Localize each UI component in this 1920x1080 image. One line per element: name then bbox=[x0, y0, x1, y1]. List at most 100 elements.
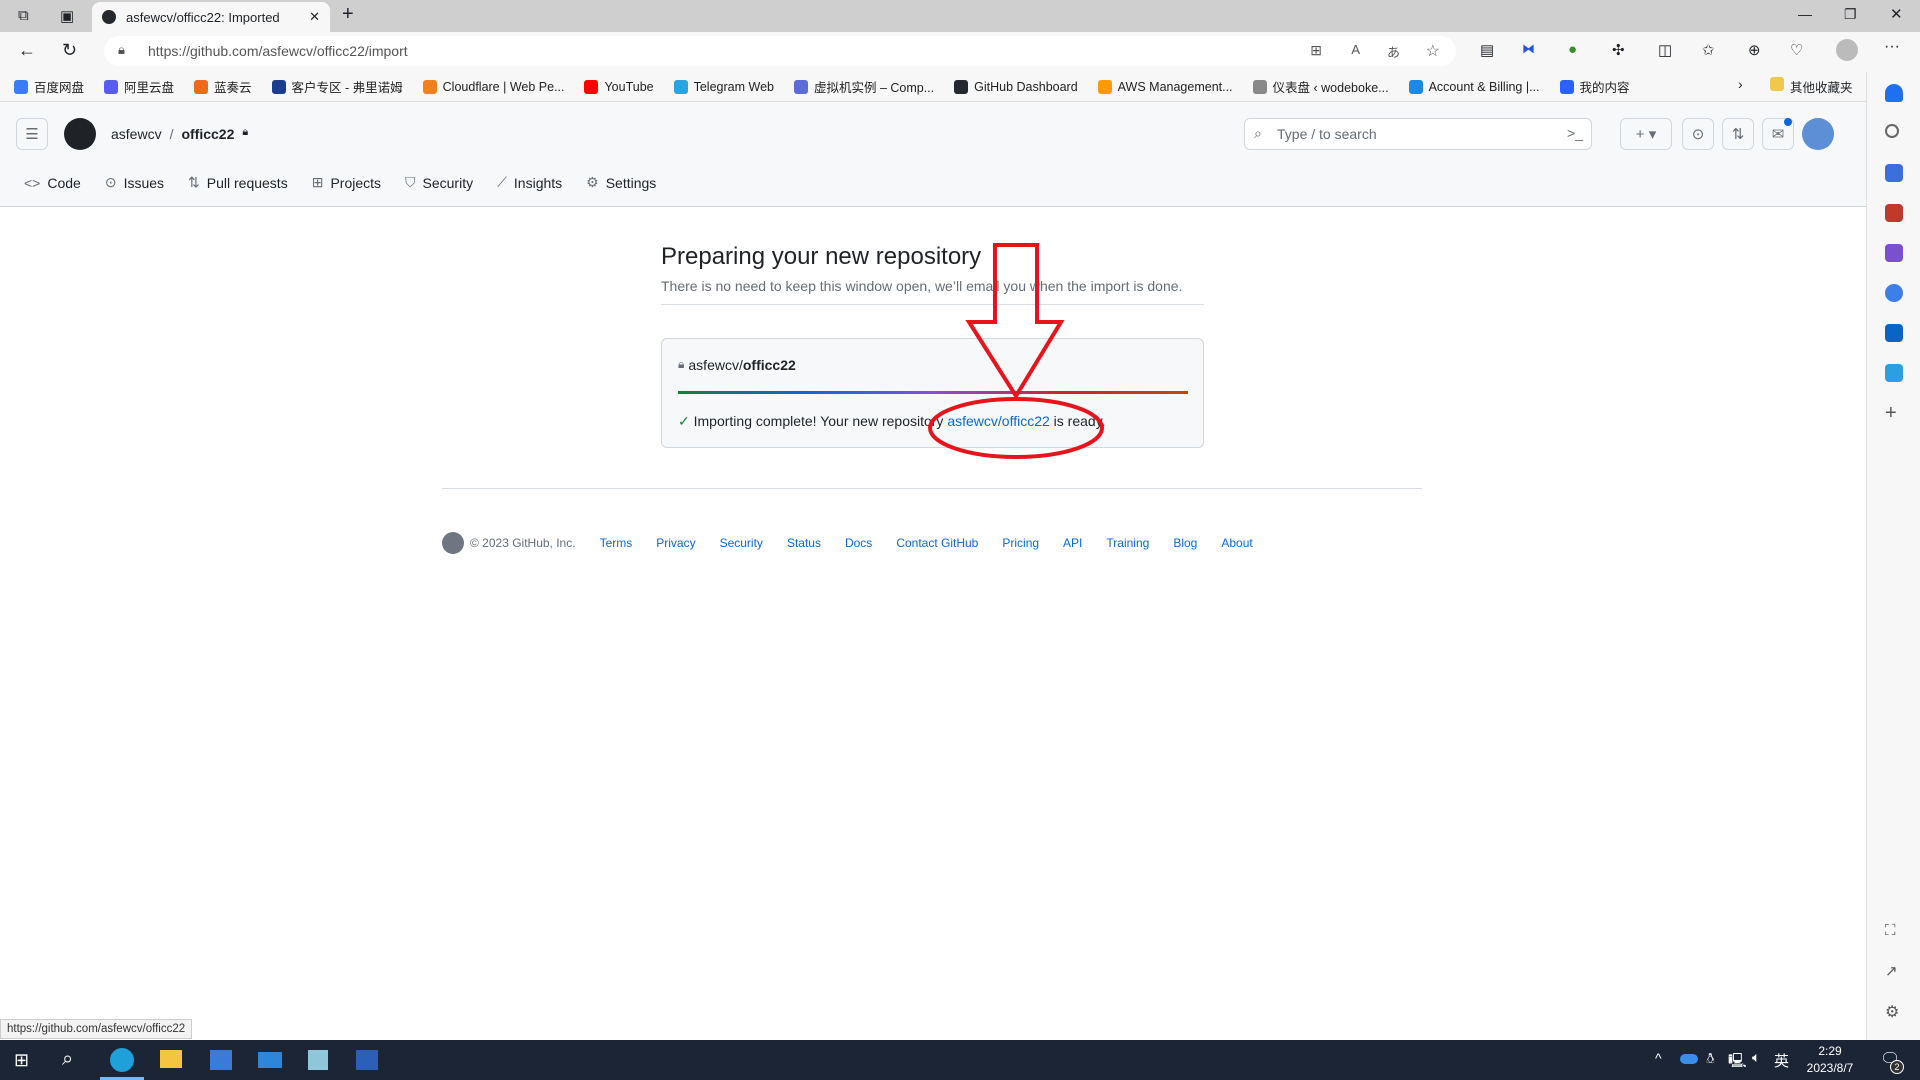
bookmark-item[interactable]: Cloudflare | Web Pe... bbox=[422, 79, 564, 94]
onedrive-icon[interactable] bbox=[1680, 1054, 1698, 1064]
footer-link-api[interactable]: API bbox=[1063, 536, 1082, 550]
volume-icon[interactable]: 🔈︎ bbox=[1752, 1049, 1760, 1066]
footer-link-training[interactable]: Training bbox=[1106, 536, 1149, 550]
close-tab-icon[interactable]: ✕ bbox=[309, 9, 320, 25]
bookmark-item[interactable]: Telegram Web bbox=[673, 79, 774, 94]
footer-link-contact[interactable]: Contact GitHub bbox=[896, 536, 978, 550]
more-menu-icon[interactable]: ··· bbox=[1884, 38, 1900, 56]
bookmark-item[interactable]: 百度网盘 bbox=[14, 77, 84, 96]
outlook-icon[interactable] bbox=[1885, 324, 1903, 342]
github-footer-logo-icon[interactable] bbox=[442, 532, 464, 554]
footer-link-terms[interactable]: Terms bbox=[600, 536, 633, 550]
new-repo-link[interactable]: asfewcv/officc22 bbox=[947, 413, 1049, 429]
footer-link-pricing[interactable]: Pricing bbox=[1002, 536, 1039, 550]
word-icon[interactable] bbox=[356, 1050, 378, 1070]
ime-indicator[interactable]: 英 bbox=[1774, 1050, 1789, 1071]
profile-avatar[interactable] bbox=[1836, 39, 1858, 61]
tab-insights[interactable]: ⟋ Insights bbox=[497, 174, 562, 191]
url-text[interactable]: https://github.com/asfewcv/officc22/impo… bbox=[148, 43, 408, 59]
qq-icon[interactable]: 🐧︎ bbox=[1706, 1050, 1715, 1069]
issues-button[interactable]: ⊙ bbox=[1682, 118, 1714, 150]
clock[interactable]: 2:29 2023/8/7 bbox=[1800, 1043, 1860, 1077]
bookmark-item[interactable]: 客户专区 - 弗里诺姆 bbox=[271, 77, 403, 96]
tab-code[interactable]: <> Code bbox=[24, 174, 81, 191]
github-logo-icon[interactable] bbox=[64, 118, 96, 150]
tray-overflow-icon[interactable]: ^ bbox=[1655, 1050, 1662, 1066]
tab-security[interactable]: ⛉ Security bbox=[405, 174, 473, 191]
mail-icon[interactable] bbox=[258, 1052, 282, 1068]
copilot-icon[interactable] bbox=[1885, 284, 1903, 302]
footer-link-blog[interactable]: Blog bbox=[1173, 536, 1197, 550]
add-sidebar-app-icon[interactable]: + bbox=[1885, 402, 1897, 425]
favorite-star-icon[interactable]: ☆ bbox=[1426, 41, 1440, 61]
footer-link-security[interactable]: Security bbox=[720, 536, 763, 550]
close-window-icon[interactable]: ✕ bbox=[1890, 5, 1903, 23]
command-palette-icon[interactable]: >_ bbox=[1567, 125, 1583, 141]
tab-projects[interactable]: ⊞ Projects bbox=[312, 174, 381, 191]
footer-link-privacy[interactable]: Privacy bbox=[656, 536, 695, 550]
bookmark-item[interactable]: 我的内容 bbox=[1559, 77, 1630, 96]
new-tab-icon[interactable]: + bbox=[342, 3, 354, 26]
translate-icon[interactable]: あ bbox=[1387, 42, 1400, 61]
start-icon[interactable]: ⊞ bbox=[14, 1050, 29, 1071]
bookmark-item[interactable]: 虚拟机实例 – Comp... bbox=[793, 77, 934, 96]
footer-link-status[interactable]: Status bbox=[787, 536, 821, 550]
search-icon[interactable]: ⌕ bbox=[62, 1048, 73, 1071]
tab-settings[interactable]: ⚙ Settings bbox=[586, 174, 656, 191]
user-avatar[interactable] bbox=[1802, 118, 1834, 150]
footer-link-docs[interactable]: Docs bbox=[845, 536, 872, 550]
pull-requests-button[interactable]: ⇅ bbox=[1722, 118, 1754, 150]
app-available-icon[interactable]: ⊞ bbox=[1310, 42, 1322, 59]
refresh-icon[interactable]: ↻ bbox=[62, 40, 77, 61]
hamburger-menu-button[interactable]: ☰ bbox=[16, 118, 48, 150]
bookmarks-overflow-icon[interactable]: › bbox=[1738, 76, 1743, 92]
minimize-icon[interactable]: — bbox=[1798, 6, 1812, 22]
split-screen-icon[interactable]: ◫ bbox=[1658, 41, 1672, 59]
network-icon[interactable]: 🖳︎ bbox=[1728, 1050, 1747, 1074]
notification-bell-icon[interactable] bbox=[1885, 84, 1903, 102]
owner-link[interactable]: asfewcv bbox=[111, 126, 162, 142]
screenshot-icon[interactable]: ⛶ bbox=[1885, 922, 1896, 939]
footer-link-about[interactable]: About bbox=[1221, 536, 1252, 550]
tab-active[interactable]: asfewcv/officc22: Imported ✕ bbox=[92, 2, 330, 32]
games-icon[interactable] bbox=[1885, 244, 1903, 262]
read-aloud-icon[interactable]: A bbox=[1351, 42, 1360, 57]
search-icon[interactable] bbox=[1885, 124, 1899, 138]
other-bookmarks[interactable]: 其他收藏夹 bbox=[1770, 77, 1853, 96]
tools-icon[interactable] bbox=[1885, 204, 1903, 222]
search-input[interactable]: ⌕ Type / to search >_ bbox=[1244, 118, 1592, 150]
store-icon[interactable] bbox=[210, 1050, 232, 1070]
bookmark-item[interactable]: GitHub Dashboard bbox=[954, 79, 1078, 94]
bookmark-item[interactable]: 仪表盘 ‹ wodeboke... bbox=[1252, 77, 1389, 96]
copyright: © 2023 GitHub, Inc. bbox=[470, 536, 576, 550]
collections-icon[interactable]: ▤ bbox=[1480, 41, 1494, 59]
collections-add-icon[interactable]: ⊕ bbox=[1748, 41, 1761, 59]
tab-pull-requests[interactable]: ⇅ Pull requests bbox=[188, 174, 288, 191]
drop-icon[interactable] bbox=[1885, 364, 1903, 382]
create-new-button[interactable]: + ▾ bbox=[1620, 118, 1672, 150]
restore-icon[interactable]: ❐ bbox=[1844, 6, 1857, 23]
extensions-icon[interactable]: ✣ bbox=[1612, 41, 1625, 59]
notepad-icon[interactable] bbox=[308, 1050, 328, 1070]
bookmark-item[interactable]: Account & Billing |... bbox=[1408, 79, 1540, 94]
favorites-icon[interactable]: ✩ bbox=[1702, 41, 1715, 59]
bookmark-item[interactable]: 蓝奏云 bbox=[194, 77, 252, 96]
sidebar-settings-icon[interactable]: ⚙ bbox=[1885, 1002, 1899, 1022]
file-explorer-icon[interactable] bbox=[160, 1050, 182, 1068]
bookmark-item[interactable]: YouTube bbox=[584, 79, 654, 94]
open-external-icon[interactable]: ↗ bbox=[1885, 962, 1898, 980]
code-icon: <> bbox=[24, 174, 41, 191]
bookmark-item[interactable]: 阿里云盘 bbox=[104, 77, 174, 96]
edge-icon[interactable] bbox=[110, 1048, 134, 1072]
extension-icon[interactable]: ⧓ bbox=[1522, 41, 1535, 57]
vertical-tabs-icon[interactable]: ▣ bbox=[60, 7, 74, 25]
url-bar[interactable]: 🔒︎ https://github.com/asfewcv/officc22/i… bbox=[104, 36, 1456, 66]
workspaces-icon[interactable]: ⧉ bbox=[18, 7, 29, 24]
back-icon[interactable]: ← bbox=[18, 40, 36, 61]
bookmark-item[interactable]: AWS Management... bbox=[1097, 79, 1233, 94]
browser-essentials-icon[interactable]: ♡ bbox=[1790, 41, 1803, 59]
tab-issues[interactable]: ⊙ Issues bbox=[105, 174, 164, 191]
repo-link[interactable]: officc22 bbox=[181, 126, 234, 142]
shopping-icon[interactable] bbox=[1885, 164, 1903, 182]
extension-globe-icon[interactable]: ● bbox=[1568, 41, 1577, 58]
